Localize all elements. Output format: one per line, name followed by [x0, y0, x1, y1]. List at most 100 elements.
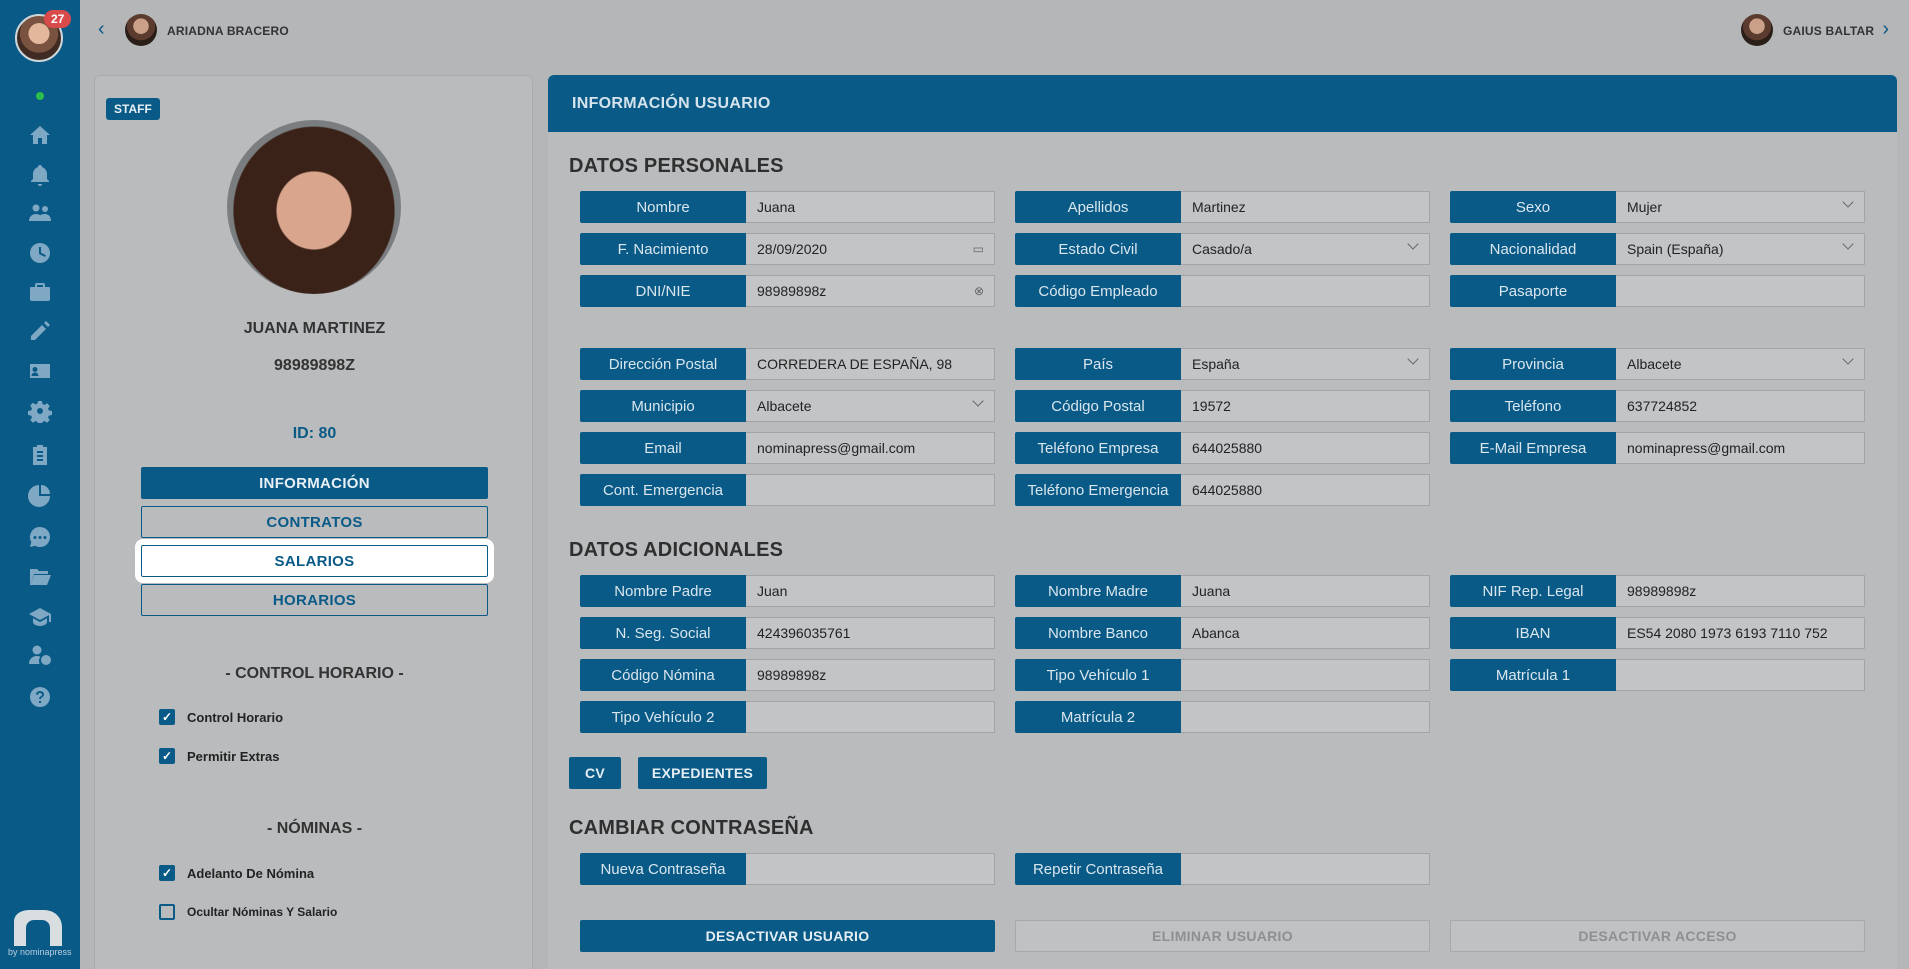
- nacionalidad-select[interactable]: Spain (España): [1616, 233, 1865, 265]
- provincia-select[interactable]: Albacete: [1616, 348, 1865, 380]
- ocultar-nominas-checkbox[interactable]: Ocultar Nóminas Y Salario: [159, 904, 337, 920]
- nacimiento-input[interactable]: 28/09/2020 ▭: [746, 233, 995, 265]
- pie-chart-icon[interactable]: [26, 481, 54, 509]
- tipo-vehiculo2-input[interactable]: [746, 701, 995, 733]
- pasaporte-input[interactable]: [1616, 275, 1865, 307]
- edit-icon[interactable]: [26, 317, 54, 345]
- direccion-field: Dirección Postal CORREDERA DE ESPAÑA, 98: [580, 348, 995, 380]
- sexo-select[interactable]: Mujer: [1616, 191, 1865, 223]
- calendar-icon[interactable]: ▭: [973, 242, 984, 256]
- graduation-cap-icon[interactable]: [26, 603, 54, 631]
- nombre-input[interactable]: Juana: [746, 191, 995, 223]
- codigo-nomina-field: Código Nómina 98989898z: [580, 659, 995, 691]
- dni-input[interactable]: 98989898z ⊗: [746, 275, 995, 307]
- nombre-padre-input[interactable]: Juan: [746, 575, 995, 607]
- help-icon[interactable]: [26, 683, 54, 711]
- informacion-button[interactable]: INFORMACIÓN: [141, 467, 488, 499]
- online-status-dot: [34, 90, 46, 102]
- brand-by: by nominapress: [8, 947, 72, 957]
- nueva-contrasena-input[interactable]: [746, 853, 995, 885]
- users-icon[interactable]: [26, 199, 54, 227]
- pais-field: País España: [1015, 348, 1430, 380]
- cv-button[interactable]: CV: [569, 757, 621, 789]
- codigo-empleado-field: Código Empleado: [1015, 275, 1430, 307]
- home-icon[interactable]: [26, 121, 54, 149]
- nif-rep-input[interactable]: 98989898z: [1616, 575, 1865, 607]
- estado-civil-select[interactable]: Casado/a: [1181, 233, 1430, 265]
- repetir-contrasena-input[interactable]: [1181, 853, 1430, 885]
- desactivar-acceso-button[interactable]: DESACTIVAR ACCESO: [1450, 920, 1865, 952]
- matricula2-field: Matrícula 2: [1015, 701, 1430, 733]
- briefcase-icon[interactable]: [26, 278, 54, 306]
- municipio-select[interactable]: Albacete: [746, 390, 995, 422]
- direccion-input[interactable]: CORREDERA DE ESPAÑA, 98: [746, 348, 995, 380]
- gear-icon[interactable]: [26, 397, 54, 425]
- email-empresa-input[interactable]: nominapress@gmail.com: [1616, 432, 1865, 464]
- id-card-icon[interactable]: [26, 357, 54, 385]
- salarios-button[interactable]: SALARIOS: [135, 539, 494, 583]
- telefono-empresa-field: Teléfono Empresa 644025880: [1015, 432, 1430, 464]
- employee-id: ID: 80: [292, 425, 337, 442]
- clock-icon[interactable]: [26, 239, 54, 267]
- topbar: [80, 0, 1909, 62]
- chevron-down-icon: [1842, 196, 1854, 208]
- horarios-button[interactable]: HORARIOS: [141, 584, 488, 616]
- datos-adicionales-title: DATOS ADICIONALES: [569, 539, 784, 561]
- pais-select[interactable]: España: [1181, 348, 1430, 380]
- employee-name: JUANA MARTINEZ: [243, 320, 386, 337]
- nombre-madre-input[interactable]: Juana: [1181, 575, 1430, 607]
- expedientes-button[interactable]: EXPEDIENTES: [638, 757, 767, 789]
- codigo-postal-field: Código Postal 19572: [1015, 390, 1430, 422]
- panel-header: INFORMACIÓN USUARIO: [548, 75, 1897, 132]
- nombre-field: Nombre Juana: [580, 191, 995, 223]
- cont-emergencia-input[interactable]: [746, 474, 995, 506]
- seg-social-input[interactable]: 424396035761: [746, 617, 995, 649]
- user-money-icon[interactable]: [26, 641, 54, 669]
- bell-icon[interactable]: [26, 161, 54, 189]
- sidebar: 27 by nominapress: [0, 0, 80, 969]
- check-icon: ✓: [159, 865, 175, 881]
- nombre-banco-input[interactable]: Abanca: [1181, 617, 1430, 649]
- next-user-avatar[interactable]: [1741, 14, 1773, 46]
- tipo-vehiculo1-input[interactable]: [1181, 659, 1430, 691]
- matricula2-input[interactable]: [1181, 701, 1430, 733]
- clipboard-icon[interactable]: [26, 441, 54, 469]
- permitir-extras-checkbox[interactable]: ✓ Permitir Extras: [159, 748, 280, 764]
- nacimiento-field: F. Nacimiento 28/09/2020 ▭: [580, 233, 995, 265]
- contratos-button[interactable]: CONTRATOS: [141, 506, 488, 538]
- apellidos-field: Apellidos Martinez: [1015, 191, 1430, 223]
- clear-icon[interactable]: ⊗: [974, 284, 984, 298]
- chat-icon[interactable]: [26, 523, 54, 551]
- next-user-name[interactable]: GAIUS BALTAR: [1783, 24, 1874, 38]
- seg-social-field: N. Seg. Social 424396035761: [580, 617, 995, 649]
- email-input[interactable]: nominapress@gmail.com: [746, 432, 995, 464]
- nombre-madre-field: Nombre Madre Juana: [1015, 575, 1430, 607]
- control-horario-checkbox[interactable]: ✓ Control Horario: [159, 709, 283, 725]
- chevron-down-icon: [1842, 238, 1854, 250]
- previous-user-name[interactable]: ARIADNA BRACERO: [167, 24, 289, 38]
- notifications-badge: 27: [44, 10, 72, 28]
- folder-icon[interactable]: [26, 563, 54, 591]
- tipo-vehiculo1-field: Tipo Vehículo 1: [1015, 659, 1430, 691]
- next-user-arrow-icon[interactable]: ›: [1882, 18, 1889, 41]
- codigo-postal-input[interactable]: 19572: [1181, 390, 1430, 422]
- desactivar-usuario-button[interactable]: DESACTIVAR USUARIO: [580, 920, 995, 952]
- user-info-panel: INFORMACIÓN USUARIO DATOS PERSONALES Nom…: [548, 75, 1897, 969]
- staff-badge: STAFF: [106, 98, 160, 120]
- apellidos-input[interactable]: Martinez: [1181, 191, 1430, 223]
- telefono-emergencia-input[interactable]: 644025880: [1181, 474, 1430, 506]
- previous-user-arrow-icon[interactable]: ‹: [98, 18, 105, 41]
- sexo-field: Sexo Mujer: [1450, 191, 1865, 223]
- codigo-empleado-input[interactable]: [1181, 275, 1430, 307]
- nombre-banco-field: Nombre Banco Abanca: [1015, 617, 1430, 649]
- codigo-nomina-input[interactable]: 98989898z: [746, 659, 995, 691]
- profile-photo: [227, 120, 401, 294]
- adelanto-nomina-checkbox[interactable]: ✓ Adelanto De Nómina: [159, 865, 314, 881]
- telefono-empresa-input[interactable]: 644025880: [1181, 432, 1430, 464]
- previous-user-avatar[interactable]: [125, 14, 157, 46]
- matricula1-input[interactable]: [1616, 659, 1865, 691]
- nacionalidad-field: Nacionalidad Spain (España): [1450, 233, 1865, 265]
- eliminar-usuario-button[interactable]: ELIMINAR USUARIO: [1015, 920, 1430, 952]
- iban-input[interactable]: ES54 2080 1973 6193 7110 752: [1616, 617, 1865, 649]
- telefono-input[interactable]: 637724852: [1616, 390, 1865, 422]
